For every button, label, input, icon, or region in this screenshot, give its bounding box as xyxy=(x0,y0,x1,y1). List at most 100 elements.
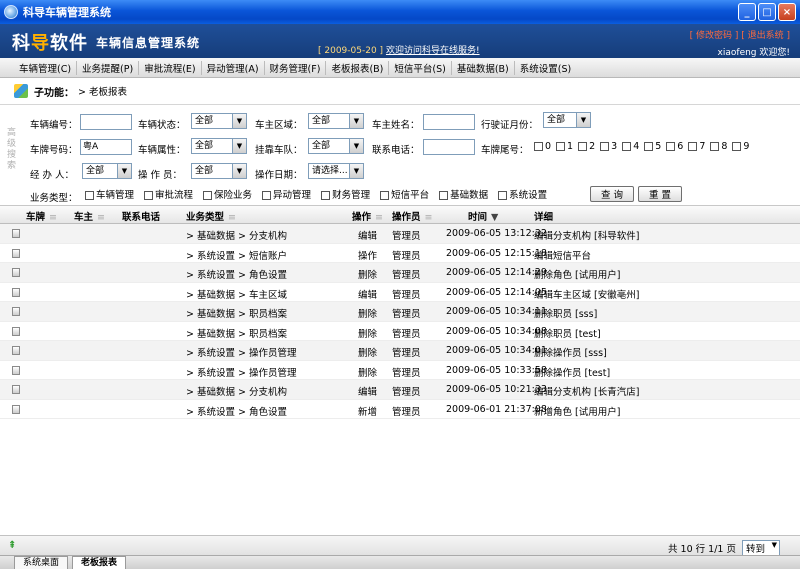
tab-bar: 系统桌面 老板报表 xyxy=(0,555,800,569)
title-bar: 科导车辆管理系统 _ □ × xyxy=(0,0,800,24)
notice-link[interactable]: 欢迎访问科导在线服务! xyxy=(386,46,480,56)
checkbox[interactable] xyxy=(644,142,654,151)
table-row[interactable]: > 基础数据 > 职员档案 删除 管理员 2009-06-05 10:34:08 删除职… xyxy=(0,322,800,341)
table-row[interactable]: > 系统设置 > 短信账户 操作 管理员 2009-06-05 12:15:18 编辑短… xyxy=(0,244,800,263)
minimize-button[interactable]: _ xyxy=(738,3,756,21)
digit-option[interactable]: 1 xyxy=(556,141,573,152)
agent-select[interactable]: 全部 ▼ xyxy=(82,163,132,179)
checkbox[interactable] xyxy=(262,191,272,200)
checkbox[interactable] xyxy=(578,142,588,151)
biz-option[interactable]: 系统设置 xyxy=(498,187,547,201)
biz-option[interactable]: 基础数据 xyxy=(439,187,488,201)
checkbox[interactable] xyxy=(732,142,742,151)
phone-input[interactable] xyxy=(423,139,475,155)
biz-option[interactable]: 车辆管理 xyxy=(85,187,134,201)
checkbox[interactable] xyxy=(321,191,331,200)
op-date-select[interactable]: 请选择... ▼ xyxy=(308,163,364,179)
close-button[interactable]: × xyxy=(778,3,796,21)
table-row[interactable]: > 系统设置 > 角色设置 新增 管理员 2009-06-01 21:37:08 新增角… xyxy=(0,400,800,419)
digit-option[interactable]: 3 xyxy=(600,141,617,152)
vehicle-attr-select[interactable]: 全部 ▼ xyxy=(191,138,247,154)
checkbox[interactable] xyxy=(498,191,508,200)
menu-change[interactable]: 异动管理(A) xyxy=(202,60,265,75)
digit-option[interactable]: 9 xyxy=(732,141,749,152)
digit-option[interactable]: 2 xyxy=(578,141,595,152)
document-icon xyxy=(12,346,20,355)
vehicle-no-input[interactable] xyxy=(80,114,132,130)
col-phone[interactable]: 联系电话 xyxy=(122,209,160,223)
table-row[interactable]: > 基础数据 > 分支机构 编辑 管理员 2009-06-05 10:21:33 编辑分… xyxy=(0,380,800,400)
table-row[interactable]: > 基础数据 > 分支机构 编辑 管理员 2009-06-05 13:12:32 编辑分… xyxy=(0,224,800,244)
menu-vehicle[interactable]: 车辆管理(C) xyxy=(14,60,78,75)
operator-select[interactable]: 全部 ▼ xyxy=(191,163,247,179)
collapse-up-icon[interactable]: ⇞ xyxy=(8,540,16,551)
vehicle-status-select[interactable]: 全部 ▼ xyxy=(191,113,247,129)
digit-option[interactable]: 6 xyxy=(666,141,683,152)
table-row[interactable]: > 基础数据 > 车主区域 编辑 管理员 2009-06-05 12:14:05 编辑车… xyxy=(0,283,800,302)
owner-region-select[interactable]: 全部 ▼ xyxy=(308,113,364,129)
col-owner[interactable]: 车主 ≡ xyxy=(74,209,105,223)
document-icon xyxy=(12,326,20,336)
document-icon xyxy=(12,307,20,316)
col-time[interactable]: 时间 ▼ xyxy=(468,209,498,223)
document-icon xyxy=(12,365,20,375)
table-row[interactable]: > 系统设置 > 操作员管理 删除 管理员 2009-06-05 10:34:01 删除… xyxy=(0,341,800,361)
checkbox[interactable] xyxy=(710,142,720,151)
main-menu: 车辆管理(C) 业务提醒(P) 审批流程(E) 异动管理(A) 财务管理(F) … xyxy=(0,58,800,78)
maximize-button[interactable]: □ xyxy=(758,3,776,21)
checkbox[interactable] xyxy=(203,191,213,200)
menu-basic-data[interactable]: 基础数据(B) xyxy=(452,60,515,75)
goto-page-select[interactable]: 转到 ▼ xyxy=(741,540,780,556)
checkbox[interactable] xyxy=(622,142,632,151)
biz-option[interactable]: 短信平台 xyxy=(380,187,429,201)
checkbox[interactable] xyxy=(439,191,449,200)
tab-desktop[interactable]: 系统桌面 xyxy=(14,556,69,569)
checkbox[interactable] xyxy=(144,191,154,200)
reset-button[interactable]: 重 置 xyxy=(638,186,682,202)
col-plate[interactable]: 车牌 ≡ xyxy=(26,209,57,223)
digit-option[interactable]: 0 xyxy=(534,141,551,152)
table-row[interactable]: > 系统设置 > 操作员管理 删除 管理员 2009-06-05 10:33:58 删除… xyxy=(0,361,800,380)
biz-option[interactable]: 财务管理 xyxy=(321,187,370,201)
col-operator[interactable]: 操作员 ≡ xyxy=(392,209,432,223)
dropdown-arrow-icon: ▼ xyxy=(771,541,777,549)
biz-option[interactable]: 审批流程 xyxy=(144,187,193,201)
header-links[interactable]: [ 修改密码 ] [ 退出系统 ] xyxy=(690,28,790,41)
table-header: 车牌 ≡ 车主 ≡ 联系电话 业务类型 ≡ 操作 ≡ 操作员 ≡ 时间 ▼ 详细 xyxy=(0,206,800,224)
team-select[interactable]: 全部 ▼ xyxy=(308,138,364,154)
license-month-select[interactable]: 全部 ▼ xyxy=(543,112,591,128)
checkbox[interactable] xyxy=(85,191,94,200)
checkbox[interactable] xyxy=(534,142,543,151)
menu-boss-report[interactable]: 老板报表(B) xyxy=(326,60,390,75)
checkbox[interactable] xyxy=(380,191,390,200)
table-row[interactable]: > 基础数据 > 职员档案 删除 管理员 2009-06-05 10:34:11 删除职… xyxy=(0,302,800,322)
digit-option[interactable]: 4 xyxy=(622,141,639,152)
search-panel: 高级搜索 车辆编号： 车辆状态： 全部 ▼ 车主区域： 全部 ▼ 车主姓名： 行驶证… xyxy=(0,106,800,204)
owner-name-input[interactable] xyxy=(423,114,475,130)
checkbox[interactable] xyxy=(600,142,610,151)
menu-sms[interactable]: 短信平台(S) xyxy=(389,60,452,75)
breadcrumb[interactable]: > 老板报表 xyxy=(78,84,127,98)
tab-boss-report[interactable]: 老板报表 xyxy=(72,556,127,569)
col-op[interactable]: 操作 ≡ xyxy=(352,209,383,223)
menu-reminder[interactable]: 业务提醒(P) xyxy=(77,60,140,75)
checkbox[interactable] xyxy=(688,142,698,151)
checkbox[interactable] xyxy=(556,142,566,151)
digit-option[interactable]: 7 xyxy=(688,141,705,152)
status-bar: ⇞ 共 10 行 1/1 页 转到 ▼ xyxy=(0,535,800,556)
col-biz[interactable]: 业务类型 ≡ xyxy=(186,209,236,223)
notice: [ 2009-05-20 ] 欢迎访问科导在线服务! xyxy=(318,43,480,56)
digit-option[interactable]: 5 xyxy=(644,141,661,152)
biz-option[interactable]: 异动管理 xyxy=(262,187,311,201)
plate-no-input[interactable]: 粤A xyxy=(80,139,132,155)
menu-approval[interactable]: 审批流程(E) xyxy=(139,60,202,75)
col-detail[interactable]: 详细 xyxy=(534,209,553,223)
digit-option[interactable]: 8 xyxy=(710,141,727,152)
menu-settings[interactable]: 系统设置(S) xyxy=(515,61,576,75)
checkbox[interactable] xyxy=(666,142,676,151)
biz-option[interactable]: 保险业务 xyxy=(203,187,252,201)
query-button[interactable]: 查 询 xyxy=(590,186,634,202)
menu-finance[interactable]: 财务管理(F) xyxy=(265,60,327,75)
plate-tail-digits: 0 1 2 3 4 5 6 7 8 9 xyxy=(534,141,749,152)
table-row[interactable]: > 系统设置 > 角色设置 删除 管理员 2009-06-05 12:14:29 删除角… xyxy=(0,263,800,283)
